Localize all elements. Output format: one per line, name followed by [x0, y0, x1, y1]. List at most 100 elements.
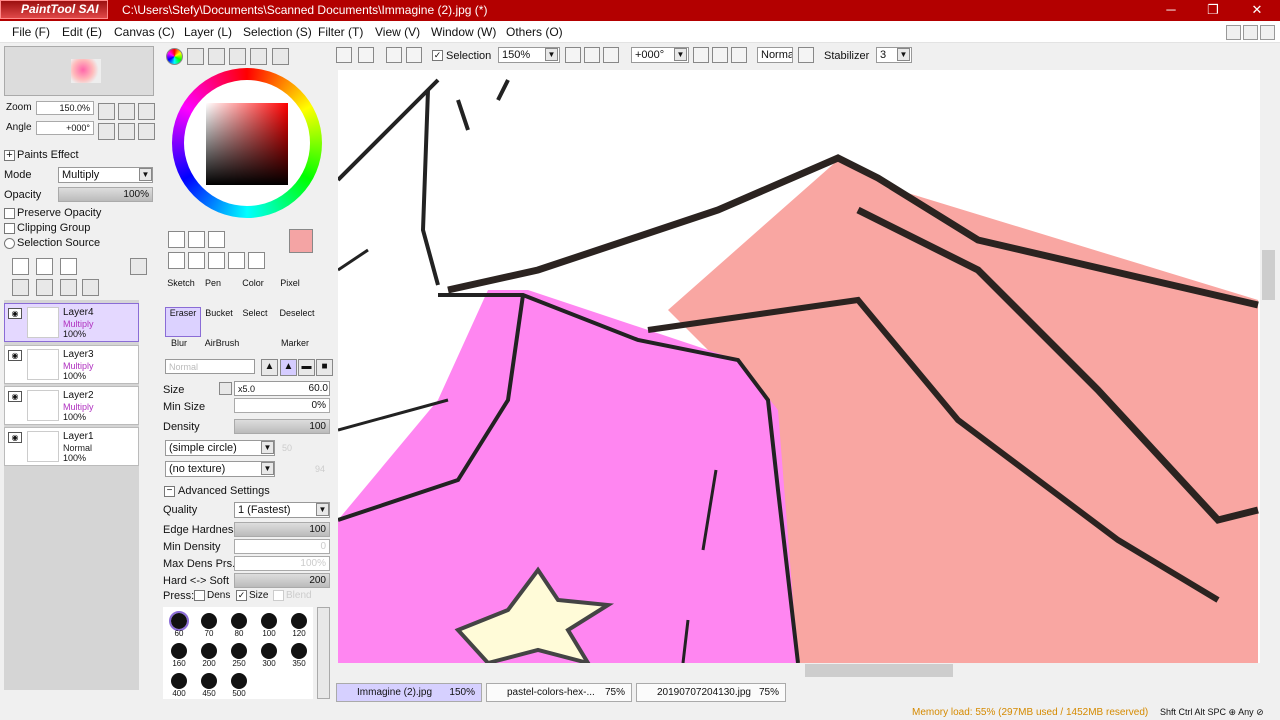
layer-item-layer2[interactable]: ◉ Layer2 Multiply 100% — [4, 386, 139, 425]
brush-size-dot[interactable] — [261, 643, 277, 659]
tool-select[interactable]: Select — [238, 308, 272, 336]
minimize-button[interactable]: ─ — [1150, 0, 1192, 21]
hsv-slider-tab-icon[interactable] — [208, 48, 225, 65]
invert-selection-icon[interactable] — [406, 47, 422, 63]
mixer-tab-icon[interactable] — [250, 48, 267, 65]
eye-icon[interactable]: ◉ — [8, 350, 22, 361]
rgb-slider-tab-icon[interactable] — [187, 48, 204, 65]
flip-horizontal-icon[interactable] — [798, 47, 814, 63]
tool-deselect[interactable]: Deselect — [278, 308, 316, 336]
brush-texture-select[interactable]: (no texture) — [165, 461, 275, 477]
layer-item-layer3[interactable]: ◉ Layer3 Multiply 100% — [4, 345, 139, 384]
close-button[interactable]: ✕ — [1236, 0, 1278, 21]
brush-shape-square-icon[interactable]: ■ — [316, 359, 333, 376]
palette-tab-icon[interactable] — [229, 48, 246, 65]
drawing-canvas[interactable] — [338, 70, 1260, 663]
tool-pixel[interactable]: Pixel — [274, 278, 306, 306]
zoom-icon[interactable] — [188, 252, 205, 269]
brush-shape-sharp-icon[interactable]: ▲ — [261, 359, 278, 376]
angle-slider[interactable]: +000° — [36, 121, 94, 135]
brush-shape-select[interactable]: (simple circle) — [165, 440, 275, 456]
primary-color-swatch[interactable] — [289, 229, 313, 253]
new-linework-layer-icon[interactable] — [36, 258, 53, 275]
brush-size-dot[interactable] — [261, 613, 277, 629]
menu-file[interactable]: File (F) — [12, 25, 50, 39]
menu-selection[interactable]: Selection (S) — [243, 25, 312, 39]
tool-color[interactable]: Color — [236, 278, 270, 306]
brush-size-dot[interactable] — [201, 643, 217, 659]
vertical-scroll-thumb[interactable] — [1262, 250, 1275, 300]
max-dens-prs-slider[interactable]: 100% — [234, 556, 330, 571]
layer-menu-icon[interactable] — [130, 258, 147, 275]
tab-immagine-2[interactable]: Immagine (2).jpg 150% — [336, 683, 482, 702]
new-folder-icon[interactable] — [60, 258, 77, 275]
edge-hardness-slider[interactable]: 100 — [234, 522, 330, 537]
chevron-down-icon[interactable]: ▼ — [139, 168, 152, 181]
merge-down-icon[interactable] — [36, 279, 53, 296]
delete-layer-icon[interactable] — [82, 279, 99, 296]
brush-size-dot[interactable] — [201, 613, 217, 629]
press-dens-checkbox[interactable] — [194, 590, 205, 601]
rotate-right-button[interactable] — [118, 123, 135, 140]
tool-sketch[interactable]: Sketch — [166, 278, 196, 306]
tool-eraser[interactable]: Eraser — [165, 307, 201, 337]
zoom-in-button[interactable] — [118, 103, 135, 120]
tab-20190707204130[interactable]: 20190707204130.jpg 75% — [636, 683, 786, 702]
zoom-reset-icon[interactable] — [603, 47, 619, 63]
brush-size-dot[interactable] — [169, 611, 189, 631]
brush-size-dot[interactable] — [171, 673, 187, 689]
scratchpad-tab-icon[interactable] — [272, 48, 289, 65]
tool-blur[interactable]: Blur — [166, 338, 192, 350]
eye-icon[interactable]: ◉ — [8, 308, 22, 319]
lasso-icon[interactable] — [188, 231, 205, 248]
rotate-reset-icon[interactable] — [731, 47, 747, 63]
undo-icon[interactable] — [336, 47, 352, 63]
move-icon[interactable] — [168, 252, 185, 269]
zoom-in-icon[interactable] — [584, 47, 600, 63]
rect-select-icon[interactable] — [168, 231, 185, 248]
tab-pastel-colors[interactable]: pastel-colors-hex-... 75% — [486, 683, 632, 702]
chevron-down-icon[interactable]: ▼ — [545, 48, 558, 61]
brush-size-dot[interactable] — [291, 643, 307, 659]
eye-icon[interactable]: ◉ — [8, 432, 22, 443]
brush-palette-scrollbar[interactable] — [317, 607, 330, 699]
menu-layer[interactable]: Layer (L) — [184, 25, 232, 39]
min-size-slider[interactable]: 0% — [234, 398, 330, 413]
rotate-left-icon[interactable] — [693, 47, 709, 63]
rotate-reset-button[interactable] — [138, 123, 155, 140]
brush-size-dot[interactable] — [231, 643, 247, 659]
eyedropper-icon[interactable] — [248, 252, 265, 269]
menu-filter[interactable]: Filter (T) — [318, 25, 363, 39]
zoom-reset-button[interactable] — [138, 103, 155, 120]
zoom-slider[interactable]: 150.0% — [36, 101, 94, 115]
opacity-slider[interactable]: 100% — [58, 187, 153, 202]
selection-source-radio[interactable] — [4, 238, 15, 249]
rotate-icon[interactable] — [208, 252, 225, 269]
color-wheel-tab-icon[interactable] — [166, 48, 183, 65]
layer-item-layer4[interactable]: ◉ Layer4 Multiply 100% — [4, 303, 139, 342]
expand-icon[interactable]: + — [4, 150, 15, 161]
new-layer-icon[interactable] — [12, 258, 29, 275]
chevron-down-icon[interactable]: ▼ — [261, 441, 274, 454]
menu-view[interactable]: View (V) — [375, 25, 420, 39]
mdi-close-button[interactable] — [1260, 25, 1275, 40]
brush-size-dot[interactable] — [171, 643, 187, 659]
chevron-down-icon[interactable]: ▼ — [261, 462, 274, 475]
brush-size-dot[interactable] — [291, 613, 307, 629]
zoom-out-button[interactable] — [98, 103, 115, 120]
eye-icon[interactable]: ◉ — [8, 391, 22, 402]
view-mode-select[interactable]: Normal — [757, 47, 793, 63]
mdi-restore-button[interactable] — [1243, 25, 1258, 40]
menu-others[interactable]: Others (O) — [506, 25, 563, 39]
tool-bucket[interactable]: Bucket — [203, 308, 235, 336]
vertical-scrollbar[interactable] — [1261, 70, 1277, 663]
menu-edit[interactable]: Edit (E) — [62, 25, 102, 39]
chevron-down-icon[interactable]: ▼ — [897, 48, 910, 61]
tool-airbrush[interactable]: AirBrush — [203, 338, 241, 350]
min-density-slider[interactable]: 0 — [234, 539, 330, 554]
density-slider[interactable]: 100 — [234, 419, 330, 434]
hand-icon[interactable] — [228, 252, 245, 269]
brush-size-dot[interactable] — [231, 613, 247, 629]
size-multiplier-icon[interactable] — [219, 382, 232, 395]
transfer-down-icon[interactable] — [12, 279, 29, 296]
